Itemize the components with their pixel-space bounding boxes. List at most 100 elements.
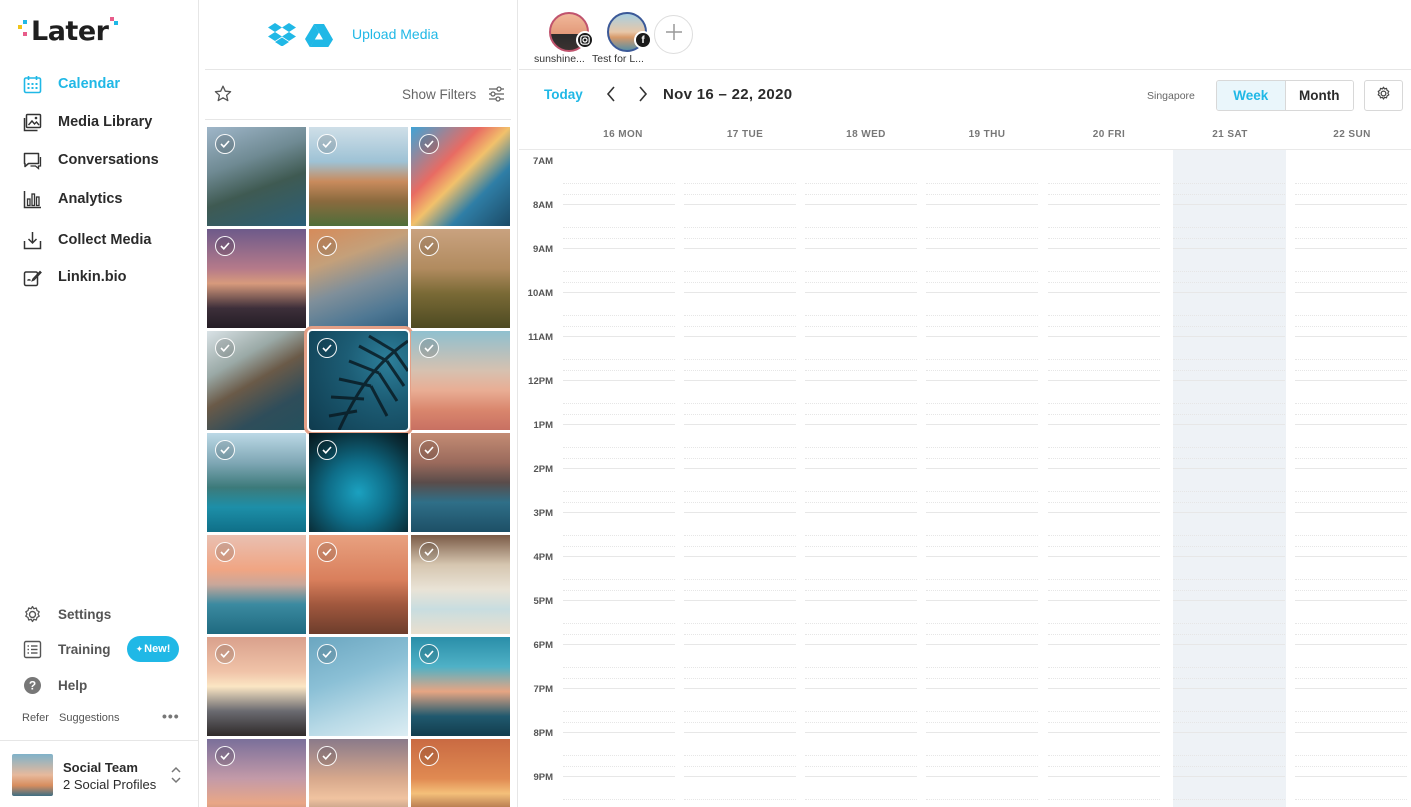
media-tile[interactable] (309, 433, 408, 532)
more-icon[interactable]: ••• (162, 708, 180, 724)
later-logo[interactable]: Later (18, 16, 119, 47)
check-icon[interactable] (419, 644, 439, 664)
sidebar-item-settings[interactable]: Settings (0, 602, 199, 626)
slot-divider (1048, 755, 1160, 756)
slot-divider (805, 414, 917, 415)
slot-divider (684, 403, 796, 404)
hour-label: 11AM (528, 332, 553, 343)
profile-instagram[interactable]: sunshine... (534, 12, 594, 68)
week-view-button[interactable]: Week (1217, 81, 1286, 110)
team-switcher[interactable]: Social Team 2 Social Profiles (0, 740, 199, 807)
check-icon[interactable] (317, 236, 337, 256)
slot-divider (1173, 458, 1285, 459)
check-icon[interactable] (215, 134, 235, 154)
check-icon[interactable] (215, 644, 235, 664)
sidebar-item-help[interactable]: ? Help (0, 673, 199, 697)
check-icon[interactable] (317, 338, 337, 358)
calendar-settings-button[interactable] (1364, 80, 1403, 111)
upload-media-link[interactable]: Upload Media (352, 26, 438, 42)
slot-divider (1295, 282, 1407, 283)
check-icon[interactable] (215, 746, 235, 766)
check-icon[interactable] (215, 236, 235, 256)
hour-line (926, 424, 1038, 425)
chevron-left-icon[interactable] (605, 85, 617, 103)
media-tile[interactable] (309, 637, 408, 736)
download-icon (22, 230, 42, 250)
media-tile[interactable] (411, 535, 510, 634)
sliders-icon[interactable] (488, 86, 505, 102)
dropbox-icon[interactable] (268, 22, 296, 47)
media-tile[interactable] (207, 433, 306, 532)
gear-icon (1376, 86, 1391, 106)
check-icon[interactable] (317, 134, 337, 154)
slot-divider (1173, 447, 1285, 448)
check-icon[interactable] (419, 542, 439, 562)
slot-divider (1048, 546, 1160, 547)
sidebar-item-analytics[interactable]: Analytics (0, 186, 199, 212)
hour-line (805, 644, 917, 645)
slot-divider (1048, 183, 1160, 184)
media-tile[interactable] (207, 739, 306, 807)
today-button[interactable]: Today (544, 87, 583, 102)
hour-line (926, 468, 1038, 469)
hour-line (1295, 380, 1407, 381)
chevron-right-icon[interactable] (637, 85, 649, 103)
media-tile[interactable] (207, 229, 306, 328)
suggestions-link[interactable]: Suggestions (59, 712, 120, 724)
media-tile[interactable] (309, 535, 408, 634)
hour-line (1295, 292, 1407, 293)
svg-text:?: ? (28, 678, 35, 692)
media-tile[interactable] (207, 535, 306, 634)
media-tile-selected[interactable] (304, 326, 413, 435)
check-icon[interactable] (317, 644, 337, 664)
check-icon[interactable] (317, 746, 337, 766)
sidebar-item-media-library[interactable]: Media Library (0, 109, 199, 135)
media-tile[interactable] (411, 331, 510, 430)
profile-facebook[interactable]: f Test for L... (592, 12, 652, 68)
check-icon[interactable] (419, 236, 439, 256)
media-tile[interactable] (411, 739, 510, 807)
hour-line (1048, 644, 1160, 645)
sidebar-item-calendar[interactable]: Calendar (0, 71, 199, 97)
hour-line (1173, 424, 1285, 425)
media-tile[interactable] (411, 637, 510, 736)
media-tile[interactable] (309, 127, 408, 226)
check-icon[interactable] (317, 542, 337, 562)
sidebar-item-conversations[interactable]: Conversations (0, 147, 199, 173)
sidebar-item-collect-media[interactable]: Collect Media (0, 227, 199, 253)
media-tile[interactable] (411, 433, 510, 532)
media-tile[interactable] (411, 127, 510, 226)
check-icon[interactable] (419, 338, 439, 358)
hour-line (805, 556, 917, 557)
media-tile[interactable] (411, 229, 510, 328)
check-icon[interactable] (419, 134, 439, 154)
slot-divider (805, 502, 917, 503)
week-grid[interactable]: 7AM 8AM 9AM 10AM 11AM 12PM 1PM 2PM 3PM 4PM 5PM 6PM 7… (519, 150, 1411, 807)
media-tile[interactable] (207, 331, 306, 430)
slot-divider (805, 755, 917, 756)
divider (205, 119, 511, 120)
timezone-label[interactable]: Singapore (1147, 90, 1195, 102)
check-icon[interactable] (419, 746, 439, 766)
hour-label: 3PM (533, 508, 553, 519)
media-tile[interactable] (207, 127, 306, 226)
sidebar-item-linkin-bio[interactable]: Linkin.bio (0, 264, 199, 290)
media-tile[interactable] (309, 739, 408, 807)
day-header-tue: 17 TUE (726, 129, 764, 140)
check-icon[interactable] (215, 338, 235, 358)
slot-divider (563, 447, 675, 448)
check-icon[interactable] (419, 440, 439, 460)
media-tile[interactable] (207, 637, 306, 736)
check-icon[interactable] (317, 440, 337, 460)
refer-link[interactable]: Refer (22, 712, 49, 724)
month-view-button[interactable]: Month (1285, 81, 1353, 110)
add-profile-button[interactable] (654, 15, 693, 54)
sidebar-item-training[interactable]: Training ✦ New! (0, 636, 199, 662)
show-filters-button[interactable]: Show Filters (402, 87, 476, 102)
slot-divider (1295, 678, 1407, 679)
star-icon[interactable] (214, 85, 232, 103)
check-icon[interactable] (215, 542, 235, 562)
check-icon[interactable] (215, 440, 235, 460)
google-drive-icon[interactable] (305, 23, 333, 48)
media-tile[interactable] (309, 229, 408, 328)
